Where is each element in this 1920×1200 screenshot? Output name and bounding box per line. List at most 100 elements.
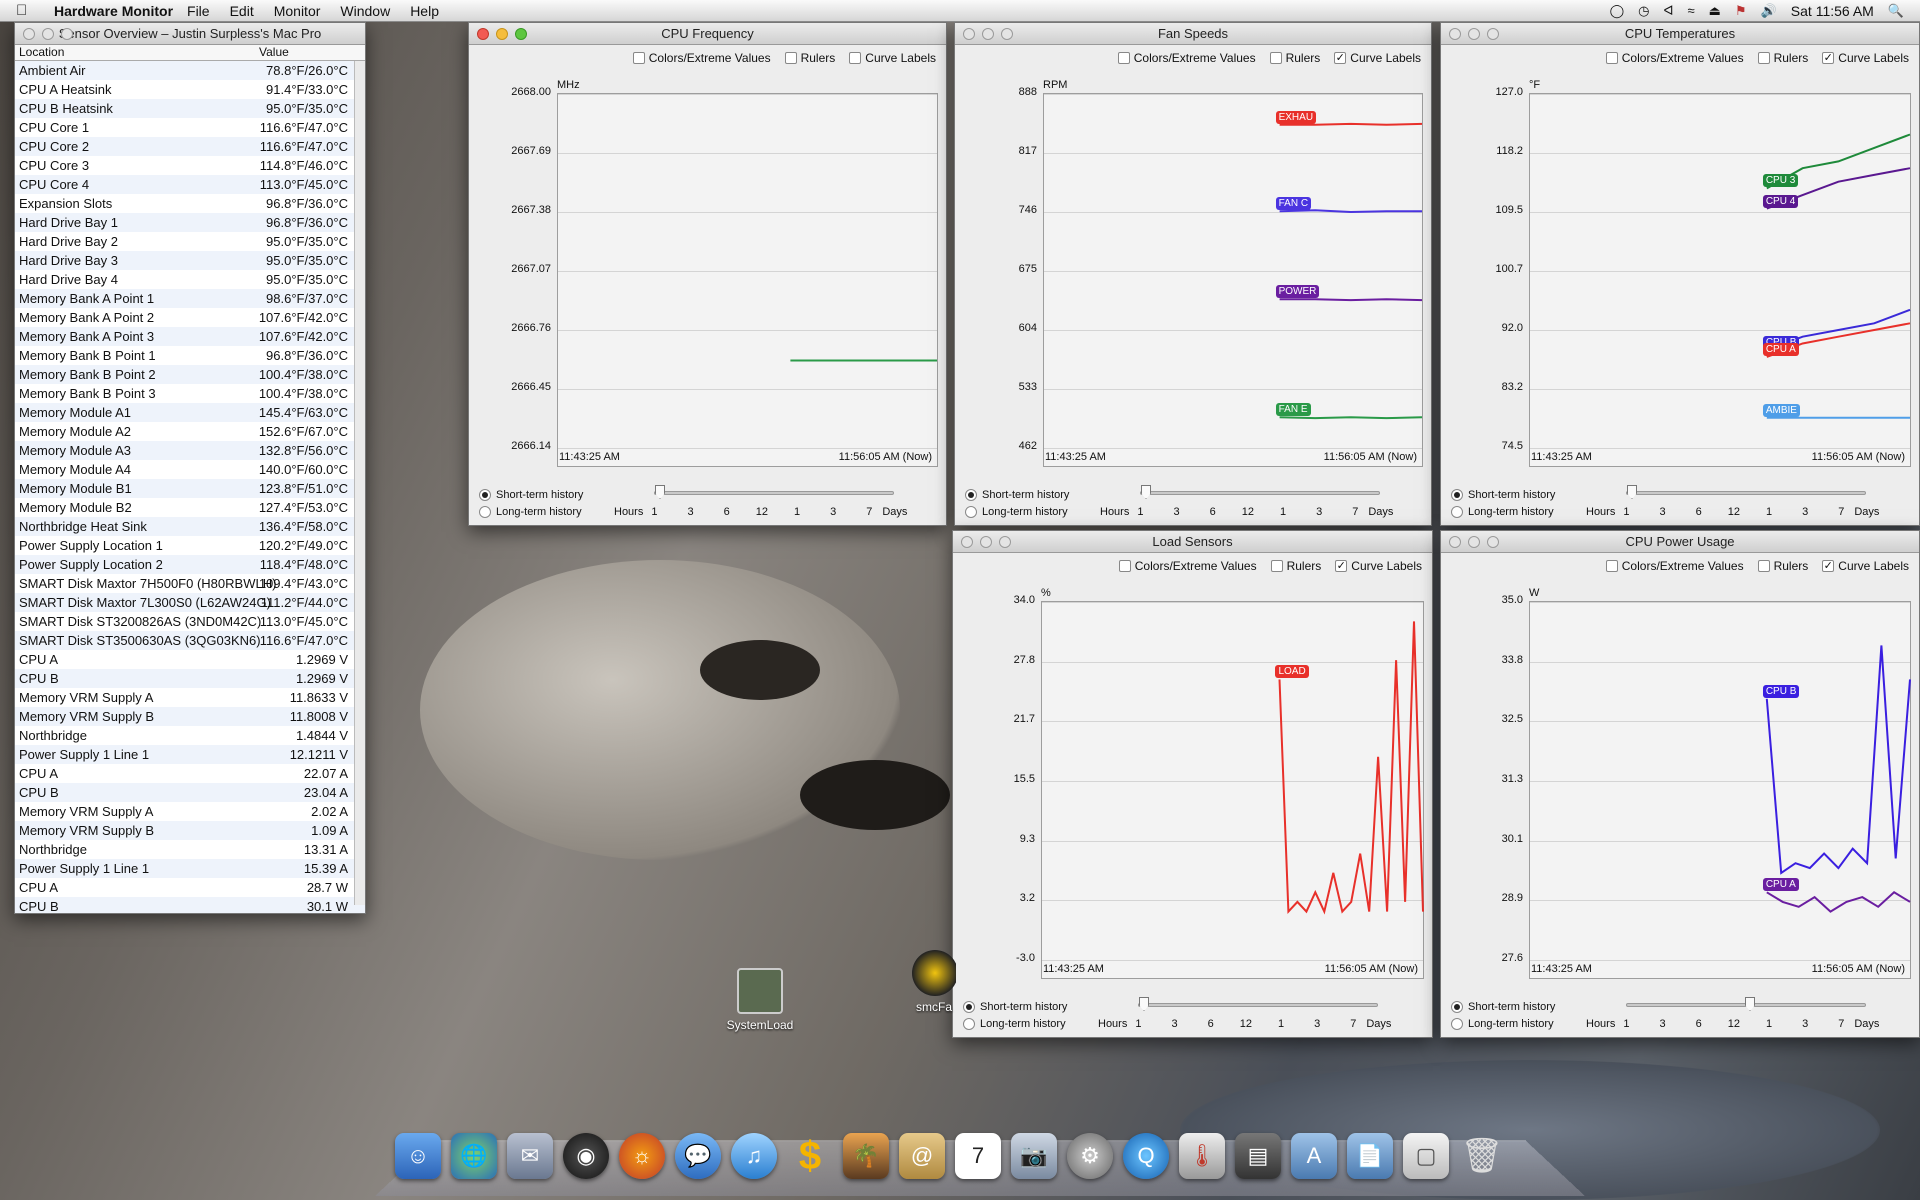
checkbox-box[interactable] [632,52,645,64]
ical-icon[interactable]: 7 [955,1133,1001,1179]
title-bar[interactable]: CPU Power Usage [1441,531,1919,553]
table-row[interactable]: Power Supply Location 2 118.4°F/48.0°C [15,555,365,574]
zoom-button[interactable] [1487,27,1499,40]
checkbox-box[interactable] [784,52,797,64]
checkbox-box[interactable]: ✓ [1335,560,1348,572]
checkbox-box[interactable] [1757,560,1770,572]
table-row[interactable]: Memory VRM Supply A 11.8633 V [15,688,365,707]
close-button[interactable] [963,27,975,40]
vertical-scrollbar[interactable] [354,61,365,905]
radio-button[interactable] [1451,489,1463,501]
time-machine-icon[interactable]: ◷ [1638,3,1649,19]
address-book-icon[interactable]: @ [899,1133,945,1179]
menu-monitor[interactable]: Monitor [274,3,321,19]
slider-knob[interactable] [1745,997,1755,1011]
table-row[interactable]: Hard Drive Bay 2 95.0°F/35.0°C [15,232,365,251]
table-row[interactable]: Expansion Slots 96.8°F/36.0°C [15,194,365,213]
table-row[interactable]: Memory Bank A Point 2 107.6°F/42.0°C [15,308,365,327]
menu-clock[interactable]: Sat 11:56 AM [1791,3,1874,19]
bluetooth-icon[interactable]: ᐊ [1664,3,1674,19]
table-row[interactable]: CPU A Heatsink 91.4°F/33.0°C [15,80,365,99]
zoom-button[interactable] [1487,535,1499,548]
thermometer-icon[interactable]: 🌡 [1179,1133,1225,1179]
zoom-button[interactable] [1001,27,1013,40]
rulers-checkbox[interactable]: Rulers [1757,559,1808,573]
table-row[interactable]: Power Supply 1 Line 1 15.39 A [15,859,365,878]
colors-extreme-checkbox[interactable]: Colors/Extreme Values [1118,559,1257,573]
table-row[interactable]: Memory VRM Supply B 11.8008 V [15,707,365,726]
table-row[interactable]: Memory Module B1 123.8°F/51.0°C [15,479,365,498]
preview-icon[interactable]: 📷 [1011,1133,1057,1179]
documents-folder-icon[interactable]: 📄 [1347,1133,1393,1179]
table-row[interactable]: Power Supply 1 Line 1 12.1211 V [15,745,365,764]
quicktime-icon[interactable]: Q [1123,1133,1169,1179]
radio-button[interactable] [965,506,977,518]
menu-edit[interactable]: Edit [230,3,254,19]
close-button[interactable] [1449,535,1461,548]
radio-button[interactable] [479,489,491,501]
history-slider[interactable] [1626,485,1866,499]
table-row[interactable]: Memory Module A4 140.0°F/60.0°C [15,460,365,479]
rulers-checkbox[interactable]: Rulers [1270,559,1321,573]
long-term-history-radio[interactable]: Long-term history [965,506,1068,518]
checkbox-box[interactable] [1118,560,1131,572]
table-row[interactable]: SMART Disk ST3500630AS (3QG03KN6) 116.6°F… [15,631,365,650]
table-row[interactable]: CPU B 23.04 A [15,783,365,802]
radio-button[interactable] [1451,1018,1463,1030]
radio-button[interactable] [479,506,491,518]
table-row[interactable]: CPU B Heatsink 95.0°F/35.0°C [15,99,365,118]
globe-icon[interactable]: 🌐 [451,1133,497,1179]
zoom-button[interactable] [999,535,1011,548]
table-row[interactable]: Memory Bank B Point 3 100.4°F/38.0°C [15,384,365,403]
trash-icon[interactable]: 🗑 [1459,1133,1505,1179]
table-row[interactable]: SMART Disk Maxtor 7H500F0 (H80RBWLH) 109.… [15,574,365,593]
checkbox-box[interactable]: ✓ [1822,560,1835,572]
volume-icon[interactable]: 🔊 [1761,3,1777,19]
title-bar[interactable]: Fan Speeds [955,23,1431,45]
table-row[interactable]: Memory VRM Supply A 2.02 A [15,802,365,821]
eject-icon[interactable]: ⏏ [1709,3,1721,19]
colors-extreme-checkbox[interactable]: Colors/Extreme Values [1117,51,1256,65]
table-row[interactable]: Memory Module A1 145.4°F/63.0°C [15,403,365,422]
menu-help[interactable]: Help [410,3,439,19]
document-icon[interactable]: ▢ [1403,1133,1449,1179]
colors-extreme-checkbox[interactable]: Colors/Extreme Values [1605,51,1744,65]
table-row[interactable]: CPU Core 4 113.0°F/45.0°C [15,175,365,194]
menu-file[interactable]: File [187,3,210,19]
dashboard-icon[interactable]: ◉ [563,1133,609,1179]
menu-window[interactable]: Window [340,3,390,19]
spotlight-search-icon[interactable]: 🔍 [1888,3,1904,19]
table-row[interactable]: Memory Bank B Point 2 100.4°F/38.0°C [15,365,365,384]
colors-extreme-checkbox[interactable]: Colors/Extreme Values [1605,559,1744,573]
finder-icon[interactable]: ☺ [395,1133,441,1179]
short-term-history-radio[interactable]: Short-term history [1451,489,1555,501]
graph-plot-area[interactable]: CPU 3CPU 4CPU BCPU AAMBIE [1529,93,1911,467]
checkbox-box[interactable] [849,52,862,64]
minimize-button[interactable] [1468,535,1480,548]
itunes-icon[interactable]: ♫ [731,1133,777,1179]
table-row[interactable]: SMART Disk Maxtor 7L300S0 (L62AW24G) 111.… [15,593,365,612]
short-term-history-radio[interactable]: Short-term history [965,489,1069,501]
checkbox-box[interactable]: ✓ [1822,52,1835,64]
zoom-button[interactable] [61,27,73,40]
table-row[interactable]: CPU A 28.7 W [15,878,365,897]
curve-labels-checkbox[interactable]: ✓ Curve Labels [1335,559,1422,573]
table-row[interactable]: Northbridge 13.31 A [15,840,365,859]
close-button[interactable] [477,27,489,40]
history-slider[interactable] [1626,997,1866,1011]
checkbox-box[interactable] [1605,560,1618,572]
table-row[interactable]: Memory Bank A Point 1 98.6°F/37.0°C [15,289,365,308]
colors-extreme-checkbox[interactable]: Colors/Extreme Values [632,51,771,65]
graph-plot-area[interactable]: EXHAU FAN C POWER FAN E [1043,93,1423,467]
table-row[interactable]: Northbridge Heat Sink 136.4°F/58.0°C [15,517,365,536]
table-row[interactable]: CPU B 1.2969 V [15,669,365,688]
checkbox-box[interactable] [1269,52,1282,64]
table-row[interactable]: CPU B 30.1 W [15,897,365,913]
history-slider[interactable] [1140,485,1380,499]
slider-knob[interactable] [1627,485,1637,499]
long-term-history-radio[interactable]: Long-term history [1451,506,1554,518]
rulers-checkbox[interactable]: Rulers [784,51,835,65]
wifi-icon[interactable]: ≈ [1688,3,1695,18]
close-button[interactable] [23,27,35,40]
radio-button[interactable] [1451,506,1463,518]
